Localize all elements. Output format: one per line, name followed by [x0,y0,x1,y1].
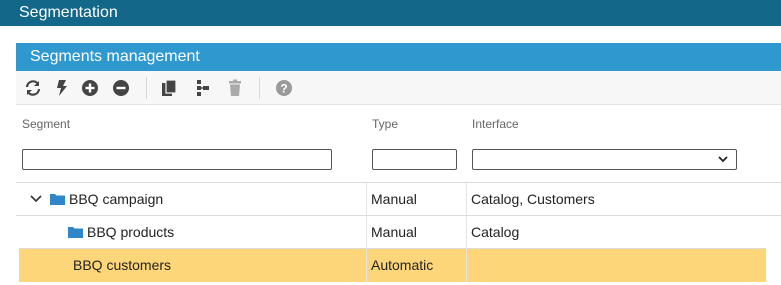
segments-panel: Segments management ? Segment Type Inter… [16,43,781,285]
segment-name: BBQ products [87,224,175,240]
column-divider [366,216,367,249]
column-header-interface[interactable]: Interface [472,117,519,131]
copy-icon[interactable] [160,79,178,97]
column-header-type[interactable]: Type [372,117,398,131]
type-filter-input[interactable] [372,149,457,170]
chevron-down-icon [718,156,728,163]
segment-filter-input[interactable] [22,149,332,170]
lightning-icon[interactable] [53,79,71,97]
panel-header: Segments management [16,43,781,71]
column-divider [466,249,467,282]
add-circle-icon[interactable] [81,79,99,97]
svg-text:?: ? [280,82,287,96]
column-divider [466,183,467,216]
window-title: Segmentation [19,4,118,21]
segment-interface: Catalog [471,224,520,240]
segment-name: BBQ campaign [69,191,164,207]
column-header-segment[interactable]: Segment [22,117,70,131]
table-row[interactable]: BBQ products Manual Catalog [16,215,781,249]
segment-type: Manual [371,191,417,207]
panel-title: Segments management [30,48,200,65]
folder-icon [68,227,83,238]
help-icon[interactable]: ? [275,79,293,97]
segment-type: Automatic [371,257,434,273]
folder-icon [50,194,65,205]
remove-circle-icon[interactable] [112,79,130,97]
hierarchy-icon[interactable] [194,79,212,97]
trash-icon[interactable] [226,79,244,97]
table-row[interactable]: BBQ campaign Manual Catalog, Customers [16,182,781,216]
segment-type: Manual [371,224,417,240]
window-titlebar: Segmentation [0,0,781,26]
segment-name: BBQ customers [73,257,172,273]
segment-interface: Catalog, Customers [471,191,595,207]
column-divider [366,249,367,282]
table-row-selected[interactable]: BBQ customers Automatic [19,248,766,282]
column-divider [466,216,467,249]
toolbar: ? [16,71,781,105]
chevron-down-icon[interactable] [30,194,42,204]
interface-filter-select[interactable] [472,149,737,170]
refresh-icon[interactable] [24,79,42,97]
column-divider [366,183,367,216]
toolbar-separator [259,77,260,99]
toolbar-separator [146,77,147,99]
